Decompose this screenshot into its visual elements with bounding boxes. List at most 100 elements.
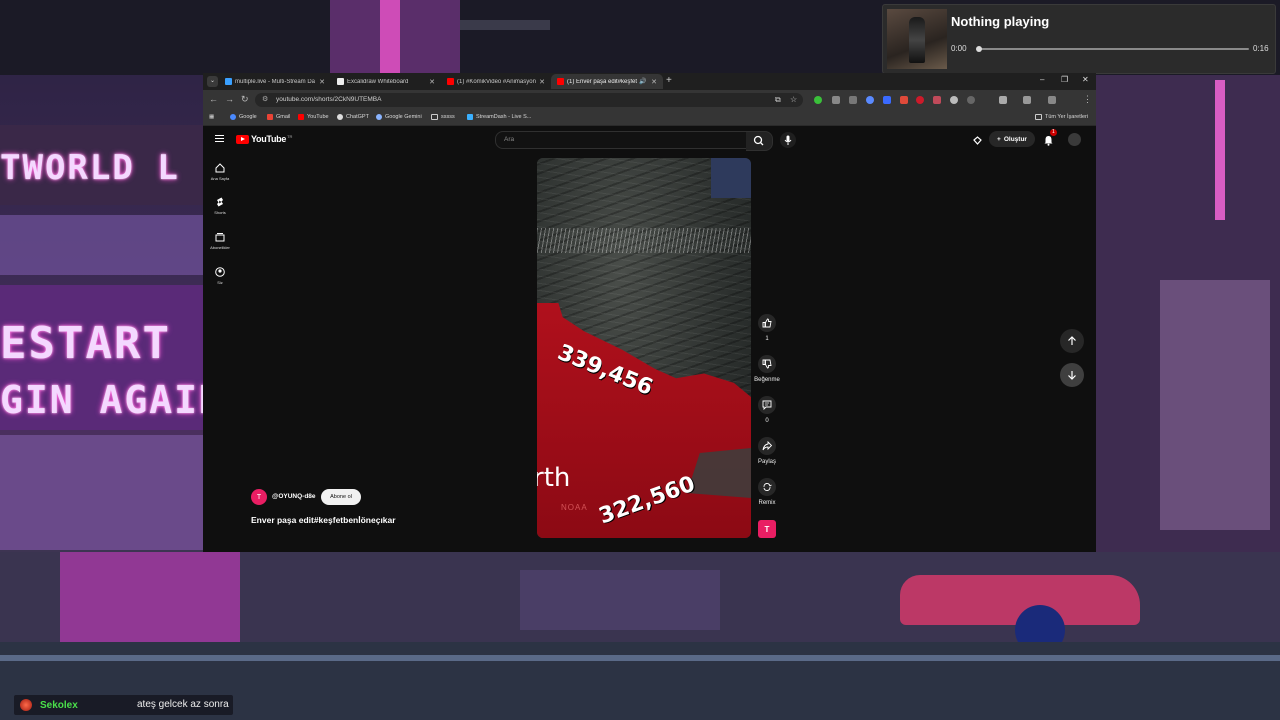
album-art: [887, 9, 947, 69]
extension-icon[interactable]: [900, 96, 908, 104]
install-icon[interactable]: ⧉: [775, 95, 781, 105]
media-progress-bar[interactable]: [977, 48, 1249, 50]
extension-icon[interactable]: [814, 96, 822, 104]
extension-icon[interactable]: [967, 96, 975, 104]
channel-thumbnail[interactable]: T: [758, 520, 776, 538]
tab-label: Excalidraw Whiteboard: [347, 78, 409, 85]
media-control-icon[interactable]: [1048, 96, 1056, 104]
bookmark-item[interactable]: Google: [230, 114, 257, 120]
like-button[interactable]: 1: [756, 314, 778, 342]
subscriptions-icon: [215, 233, 225, 242]
tab-strip: ⌄ multiple.live - Multi-Stream Da ✕ Exca…: [203, 73, 1096, 90]
address-bar[interactable]: ⚙ youtube.com/shorts/2CkN9UTEMBA ⧉ ☆: [255, 93, 803, 107]
next-short-button[interactable]: [1060, 363, 1084, 387]
youtube-play-icon: [236, 134, 249, 144]
close-icon[interactable]: ✕: [539, 78, 545, 86]
channel-handle[interactable]: @OYUNQ-d8e: [272, 493, 316, 500]
speaker-icon[interactable]: 🔊: [639, 78, 646, 85]
extension-icon[interactable]: [883, 96, 891, 104]
new-tab-button[interactable]: +: [666, 75, 672, 86]
close-window-icon[interactable]: ✕: [1082, 75, 1089, 84]
short-video-player[interactable]: 339,456 rth NOAA 322,560: [537, 158, 751, 538]
extension-icon[interactable]: [866, 96, 874, 104]
voice-search-button[interactable]: [780, 132, 796, 148]
browser-toolbar: ← → ↻ ⚙ youtube.com/shorts/2CkN9UTEMBA ⧉…: [203, 90, 1096, 110]
forward-icon[interactable]: →: [225, 94, 234, 104]
minimize-icon[interactable]: –: [1040, 75, 1044, 84]
media-duration: 0:16: [1253, 44, 1269, 53]
tab-active[interactable]: (1) Enver paşa edit#keşfetb 🔊 ✕: [551, 74, 663, 89]
background-sign: TWORLD L: [0, 148, 180, 188]
dislike-button[interactable]: Beğenme: [754, 355, 780, 383]
youtube-logo[interactable]: YouTube TR: [236, 134, 292, 144]
tab-label: multiple.live - Multi-Stream Da: [235, 78, 316, 85]
chat-message: Sekolex ateş gelcek az sonra: [14, 695, 233, 715]
extension-icon[interactable]: [916, 96, 924, 104]
url-text[interactable]: youtube.com/shorts/2CkN9UTEMBA: [276, 96, 381, 103]
bookmark-folder[interactable]: sssss: [431, 114, 455, 120]
account-avatar[interactable]: [1068, 133, 1081, 146]
sidebar-item-you[interactable]: Siz: [205, 267, 235, 285]
channel-avatar[interactable]: T: [251, 489, 267, 505]
site-info-icon[interactable]: ⚙: [262, 95, 268, 103]
share-icon: [762, 441, 772, 451]
sidebar-item-subscriptions[interactable]: Abonelikler: [205, 232, 235, 250]
bookmark-star-icon[interactable]: ☆: [790, 95, 797, 104]
media-progress-knob[interactable]: [976, 46, 982, 52]
previous-short-button[interactable]: [1060, 329, 1084, 353]
thumbs-up-icon: [762, 318, 772, 328]
plus-icon: +: [997, 135, 1001, 143]
tab[interactable]: multiple.live - Multi-Stream Da ✕: [219, 74, 331, 89]
back-icon[interactable]: ←: [209, 94, 218, 104]
video-title[interactable]: Enver paşa edit#keşfetbenİöneçıkar: [251, 515, 396, 525]
remix-button[interactable]: Remix: [756, 478, 778, 506]
subscribe-button[interactable]: Abone ol: [321, 489, 361, 505]
tab[interactable]: Excalidraw Whiteboard ✕: [331, 74, 441, 89]
bookmark-item[interactable]: Gmail: [267, 114, 290, 120]
sidebar-item-home[interactable]: Ana Sayfa: [205, 163, 235, 181]
bookmark-item[interactable]: ChatGPT: [337, 114, 369, 120]
shorts-icon: [217, 197, 223, 207]
browser-window: ⌄ multiple.live - Multi-Stream Da ✕ Exca…: [203, 73, 1096, 552]
media-title: Nothing playing: [951, 14, 1050, 29]
share-button[interactable]: Paylaş: [756, 437, 778, 465]
tab-favicon: [447, 78, 454, 85]
apps-icon[interactable]: ▦: [209, 114, 214, 120]
close-icon[interactable]: ✕: [429, 78, 435, 86]
account-circle-icon: [215, 267, 225, 277]
close-icon[interactable]: ✕: [319, 78, 325, 86]
search-input[interactable]: Ara: [495, 131, 747, 149]
media-player-widget[interactable]: Nothing playing 0:00 0:16: [882, 4, 1276, 74]
comments-button[interactable]: 0: [756, 396, 778, 424]
cast-icon[interactable]: [972, 133, 983, 151]
profile-icon[interactable]: [1023, 96, 1031, 104]
create-button[interactable]: + Oluştur: [989, 131, 1035, 147]
bookmark-item[interactable]: YouTube: [298, 114, 329, 120]
extension-icon[interactable]: [849, 96, 857, 104]
youtube-page: YouTube TR Ara + Oluştur 1 Ana Sayfa Shor…: [203, 126, 1096, 552]
puzzle-icon[interactable]: [999, 96, 1007, 104]
close-icon[interactable]: ✕: [651, 78, 657, 86]
thumbs-down-icon: [762, 359, 772, 369]
restore-icon[interactable]: ❐: [1061, 75, 1068, 84]
background-sign: GIN AGAIN: [0, 378, 224, 422]
microphone-icon: [784, 135, 792, 145]
bookmark-item[interactable]: Google Gemini: [376, 114, 422, 120]
background-sign: ESTART: [0, 318, 171, 369]
sidebar-item-shorts[interactable]: Shorts: [205, 197, 235, 215]
extension-icon[interactable]: [933, 96, 941, 104]
reload-icon[interactable]: ↻: [241, 94, 249, 105]
bookmark-item[interactable]: StreamDash - Live S...: [467, 114, 531, 120]
search-button[interactable]: [746, 131, 773, 151]
chat-avatar: [20, 699, 32, 711]
extension-icon[interactable]: [832, 96, 840, 104]
hamburger-menu-icon[interactable]: [215, 135, 224, 144]
chat-text: ateş gelcek az sonra: [137, 699, 229, 710]
remix-icon: [763, 483, 772, 491]
all-bookmarks-folder[interactable]: Tüm Yer İşaretleri: [1035, 114, 1088, 120]
tab-search-button[interactable]: ⌄: [207, 76, 218, 87]
arrow-up-icon: [1068, 336, 1076, 345]
extension-icon[interactable]: [950, 96, 958, 104]
tab[interactable]: (1) #KomikVideo #Animasyon ✕: [441, 74, 551, 89]
kebab-menu-icon[interactable]: ⋮: [1083, 94, 1092, 105]
